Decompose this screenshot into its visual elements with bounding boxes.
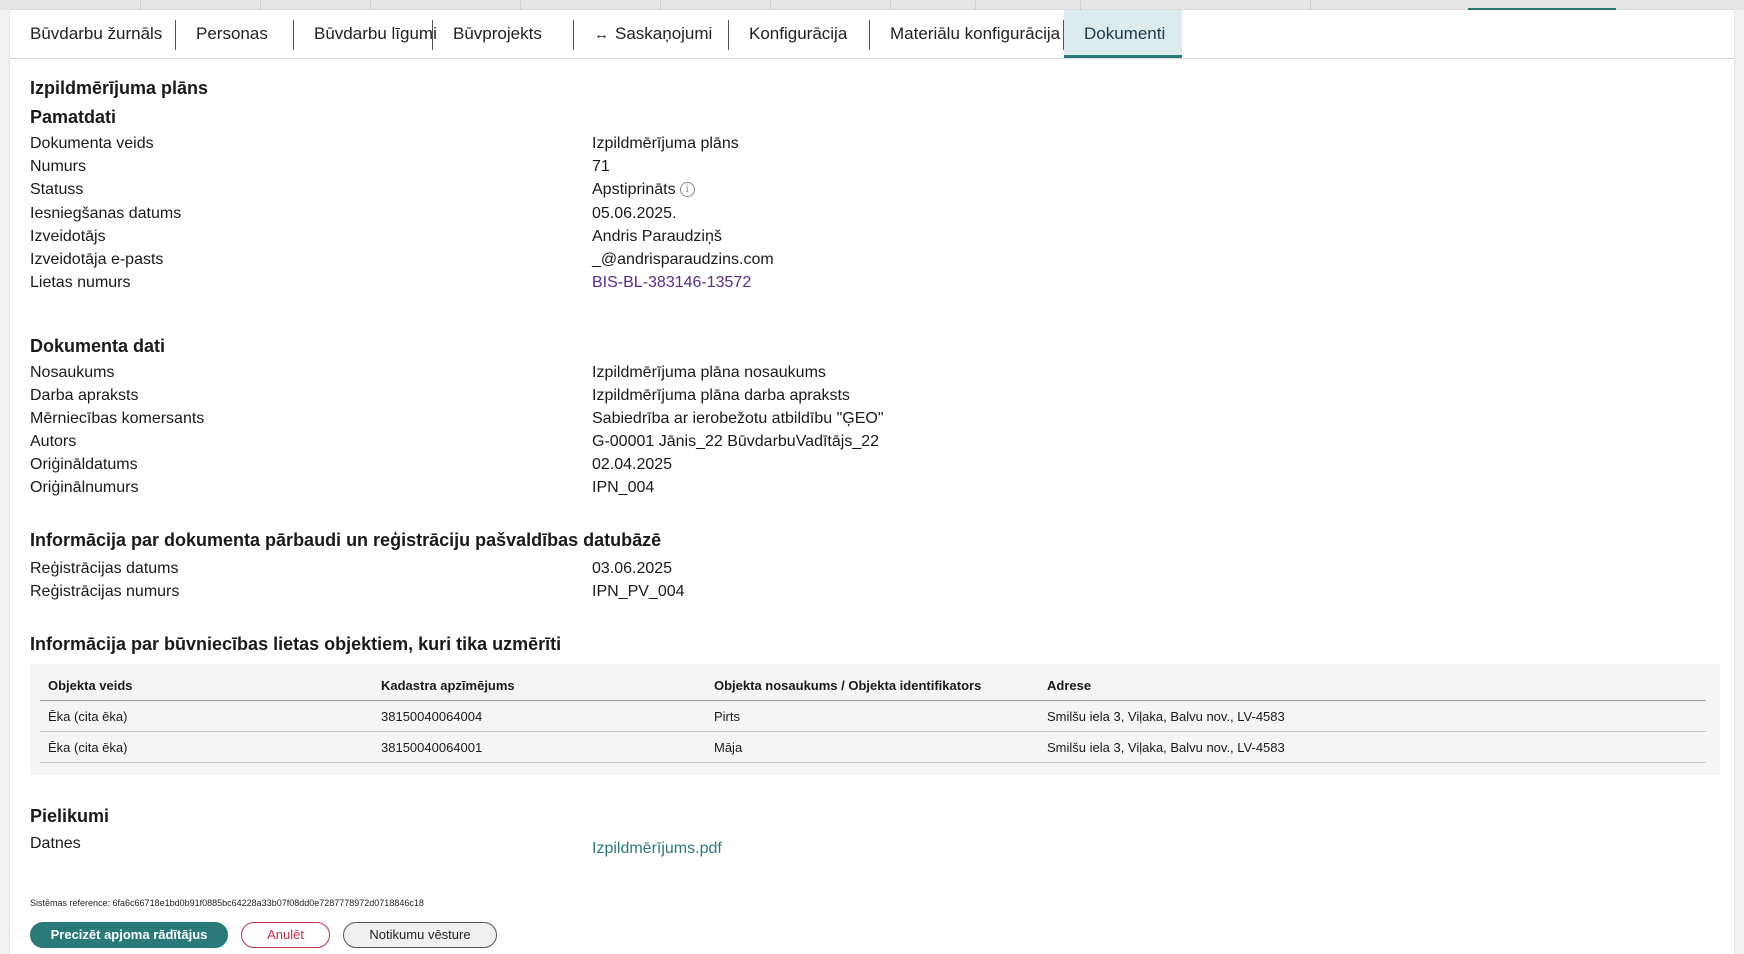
field-label: Dokumenta veids bbox=[30, 135, 154, 152]
field-row: Autors G-00001 Jānis_22 BūvdarbuVadītājs_… bbox=[30, 431, 1720, 453]
field-value: Izpildmērījuma plāns bbox=[592, 135, 739, 152]
tab-label: Konfigurācija bbox=[749, 24, 848, 43]
field-value: IPN_PV_004 bbox=[592, 583, 685, 600]
field-row: Izveidotāja e-pasts _@andrisparaudzins.co… bbox=[30, 249, 1720, 271]
field-label: Reģistrācijas numurs bbox=[30, 583, 180, 600]
field-label: Oriģinālnumurs bbox=[30, 479, 139, 496]
field-value: Andris Paraudziņš bbox=[592, 228, 722, 245]
table-header-row: Objekta veids Kadastra apzīmējums Objekt… bbox=[40, 670, 1706, 701]
tab-label: Saskaņojumi bbox=[615, 24, 713, 43]
field-label: Nosaukums bbox=[30, 364, 115, 381]
table-cell: Smilšu iela 3, Viļaka, Balvu nov., LV-45… bbox=[1039, 731, 1706, 763]
field-label: Autors bbox=[30, 433, 77, 450]
document-panel: Būvdarbu žurnāls Personas Būvdarbu līgum… bbox=[10, 10, 1734, 954]
field-row: Oriģinālnumurs IPN_004 bbox=[30, 477, 1720, 499]
field-value: Sabiedrība ar ierobežotu atbildību "ĢEO" bbox=[592, 410, 884, 427]
refine-indicators-button[interactable]: Precizēt apjoma rādītājus bbox=[30, 922, 228, 948]
section-title-registracija: Informācija par dokumenta pārbaudi un re… bbox=[30, 530, 662, 550]
tab-label: Materiālu konfigurācija bbox=[890, 24, 1061, 43]
table-cell: Māja bbox=[706, 731, 1039, 763]
tab-label: Būvprojekts bbox=[453, 24, 542, 43]
field-value: G-00001 Jānis_22 BūvdarbuVadītājs_22 bbox=[592, 433, 880, 450]
tab-personas[interactable]: Personas bbox=[176, 10, 293, 58]
section-title-pielikumi: Pielikumi bbox=[30, 806, 110, 826]
section-title-objekti: Informācija par būvniecības lietas objek… bbox=[30, 634, 562, 654]
cancel-button[interactable]: Anulēt bbox=[241, 922, 330, 948]
status-value: Apstiprināts bbox=[592, 181, 676, 198]
tab-bar: Būvdarbu žurnāls Personas Būvdarbu līgum… bbox=[10, 10, 1734, 59]
field-row: Oriģināldatums 02.04.2025 bbox=[30, 454, 1720, 476]
table-cell: Smilšu iela 3, Viļaka, Balvu nov., LV-45… bbox=[1039, 700, 1706, 732]
field-row: Dokumenta veids Izpildmērījuma plāns bbox=[30, 133, 1720, 155]
field-label: Darba apraksts bbox=[30, 387, 139, 404]
event-history-button[interactable]: Notikumu vēsture bbox=[343, 922, 497, 948]
column-header: Adrese bbox=[1039, 670, 1706, 701]
tab-label: Būvdarbu žurnāls bbox=[30, 24, 163, 43]
table-cell: 38150040064004 bbox=[373, 700, 706, 732]
tab-konfiguracija[interactable]: Konfigurācija bbox=[729, 10, 869, 58]
field-row: Reģistrācijas datums 03.06.2025 bbox=[30, 558, 1720, 580]
field-row: Izveidotājs Andris Paraudziņš bbox=[30, 226, 1720, 248]
top-navigation-strip bbox=[0, 0, 1744, 11]
table-cell: 38150040064001 bbox=[373, 731, 706, 763]
table-row: Ēka (cita ēka) 38150040064001 Māja Smilš… bbox=[40, 731, 1706, 763]
field-label: Izveidotāja e-pasts bbox=[30, 251, 164, 268]
field-row: Statuss Apstiprināts i bbox=[30, 179, 1720, 201]
tab-buvdarbu-ligumi[interactable]: Būvdarbu līgumi bbox=[294, 10, 437, 58]
field-label: Statuss bbox=[30, 181, 84, 198]
objects-table: Objekta veids Kadastra apzīmējums Objekt… bbox=[40, 670, 1706, 763]
field-label: Oriģināldatums bbox=[30, 456, 138, 473]
field-value: _@andrisparaudzins.com bbox=[592, 251, 774, 268]
field-value: Izpildmērījuma plāna darba apraksts bbox=[592, 387, 850, 404]
field-label: Izveidotājs bbox=[30, 228, 106, 245]
info-icon[interactable]: i bbox=[679, 182, 695, 197]
field-row: Darba apraksts Izpildmērījuma plāna darba… bbox=[30, 385, 1720, 407]
tab-label: Dokumenti bbox=[1084, 24, 1166, 43]
field-row: Numurs 71 bbox=[30, 156, 1720, 178]
field-row: Mērniecības komersants Sabiedrība ar iero… bbox=[30, 408, 1720, 430]
field-row: Iesniegšanas datums 05.06.2025. bbox=[30, 203, 1720, 225]
field-value: IPN_004 bbox=[592, 479, 655, 496]
page-title: Izpildmērījuma plāns bbox=[30, 78, 209, 98]
attachment-link[interactable]: Izpildmērījums.pdf bbox=[592, 838, 722, 860]
section-title-dokumenta-dati: Dokumenta dati bbox=[30, 336, 166, 356]
field-row: Reģistrācijas numurs IPN_PV_004 bbox=[30, 581, 1720, 603]
table-cell: Ēka (cita ēka) bbox=[40, 700, 373, 732]
tab-buvdarbu-zurnals[interactable]: Būvdarbu žurnāls bbox=[10, 10, 175, 58]
field-label: Iesniegšanas datums bbox=[30, 205, 182, 222]
field-row: Lietas numurs BIS-BL-383146-13572 bbox=[30, 272, 1720, 294]
table-cell: Pirts bbox=[706, 700, 1039, 732]
tab-label: Būvdarbu līgumi bbox=[314, 24, 437, 43]
table-cell: Ēka (cita ēka) bbox=[40, 731, 373, 763]
column-header: Objekta nosaukums / Objekta identifikato… bbox=[706, 670, 1039, 701]
attachment-row: Izpildmērījums.pdf bbox=[30, 838, 1720, 860]
tab-label: Personas bbox=[196, 24, 268, 43]
field-value: Izpildmērījuma plāna nosaukums bbox=[592, 364, 826, 381]
field-value: 03.06.2025 bbox=[592, 560, 673, 577]
arrows-horizontal-icon: ↔ bbox=[594, 26, 609, 43]
tab-materialu-konfiguracija[interactable]: Materiālu konfigurācija bbox=[870, 10, 1063, 58]
field-row: Nosaukums Izpildmērījuma plāna nosaukums bbox=[30, 362, 1720, 384]
column-header: Kadastra apzīmējums bbox=[373, 670, 706, 701]
case-number-link[interactable]: BIS-BL-383146-13572 bbox=[592, 272, 751, 294]
field-label: Numurs bbox=[30, 158, 87, 175]
tab-buvprojekts[interactable]: Būvprojekts bbox=[433, 10, 573, 58]
column-header: Objekta veids bbox=[40, 670, 373, 701]
field-value: 02.04.2025 bbox=[592, 456, 673, 473]
tab-dokumenti[interactable]: Dokumenti bbox=[1064, 10, 1182, 58]
field-value: 71 bbox=[592, 158, 610, 175]
objects-table-container: Objekta veids Kadastra apzīmējums Objekt… bbox=[30, 664, 1720, 775]
field-label: Reģistrācijas datums bbox=[30, 560, 179, 577]
system-reference: Sistēmas reference: 6fa6c66718e1bd0b91f0… bbox=[30, 898, 424, 908]
field-value: 05.06.2025. bbox=[592, 205, 677, 222]
tab-saskanojumi[interactable]: ↔ Saskaņojumi bbox=[574, 10, 728, 58]
table-row: Ēka (cita ēka) 38150040064004 Pirts Smil… bbox=[40, 700, 1706, 732]
section-title-pamatdati: Pamatdati bbox=[30, 107, 117, 127]
field-label: Lietas numurs bbox=[30, 274, 131, 291]
field-label: Mērniecības komersants bbox=[30, 410, 205, 427]
status-value-wrap: Apstiprināts i bbox=[592, 179, 695, 201]
